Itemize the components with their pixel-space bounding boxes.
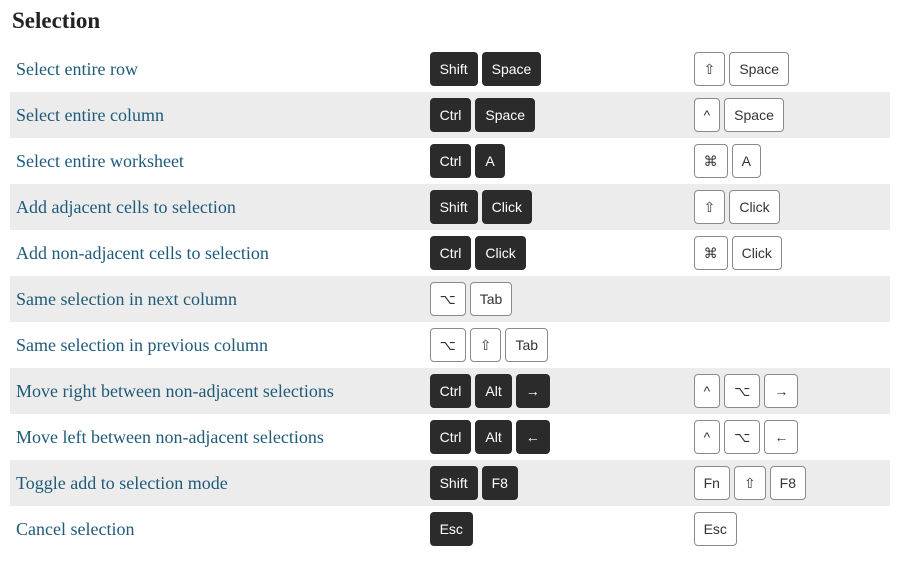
table-row: Select entire worksheetCtrlA⌘A bbox=[10, 138, 890, 184]
shortcut-action[interactable]: Cancel selection bbox=[10, 506, 424, 552]
table-row: Select entire columnCtrlSpace^Space bbox=[10, 92, 890, 138]
windows-keys: CtrlAlt← bbox=[424, 414, 688, 460]
windows-keys: CtrlClick bbox=[424, 230, 688, 276]
shortcut-action[interactable]: Same selection in next column bbox=[10, 276, 424, 322]
mac-keys: ^Space bbox=[688, 92, 890, 138]
table-row: Toggle add to selection modeShiftF8Fn⇧F8 bbox=[10, 460, 890, 506]
mac-key: ^ bbox=[694, 98, 721, 132]
shortcut-action[interactable]: Toggle add to selection mode bbox=[10, 460, 424, 506]
windows-key: Shift bbox=[430, 466, 478, 500]
windows-key: Shift bbox=[430, 52, 478, 86]
mac-key: Space bbox=[729, 52, 789, 86]
windows-key: ← bbox=[516, 420, 550, 454]
windows-keys: ShiftF8 bbox=[424, 460, 688, 506]
windows-keys: ShiftClick bbox=[424, 184, 688, 230]
windows-keys: CtrlAlt→ bbox=[424, 368, 688, 414]
table-row: Same selection in previous column⌥⇧Tab bbox=[10, 322, 890, 368]
mac-keys: ^⌥→ bbox=[688, 368, 890, 414]
windows-key: Ctrl bbox=[430, 420, 472, 454]
windows-key: ⌥ bbox=[430, 282, 466, 316]
table-row: Select entire rowShiftSpace⇧Space bbox=[10, 46, 890, 92]
table-row: Add adjacent cells to selectionShiftClic… bbox=[10, 184, 890, 230]
windows-key: Ctrl bbox=[430, 374, 472, 408]
windows-keys: ⌥⇧Tab bbox=[424, 322, 688, 368]
mac-keys: Esc bbox=[688, 506, 890, 552]
mac-key: Click bbox=[732, 236, 782, 270]
mac-key: ⌥ bbox=[724, 420, 760, 454]
shortcut-action[interactable]: Add adjacent cells to selection bbox=[10, 184, 424, 230]
mac-keys bbox=[688, 276, 890, 322]
windows-key: Ctrl bbox=[430, 98, 472, 132]
mac-key: ^ bbox=[694, 374, 721, 408]
shortcut-action[interactable]: Add non-adjacent cells to selection bbox=[10, 230, 424, 276]
mac-keys: ⌘Click bbox=[688, 230, 890, 276]
windows-key: A bbox=[475, 144, 504, 178]
windows-keys: ShiftSpace bbox=[424, 46, 688, 92]
mac-key: Esc bbox=[694, 512, 737, 546]
shortcut-action[interactable]: Move right between non-adjacent selectio… bbox=[10, 368, 424, 414]
mac-keys: ⇧Click bbox=[688, 184, 890, 230]
mac-key: Space bbox=[724, 98, 784, 132]
mac-key: ^ bbox=[694, 420, 721, 454]
windows-key: Click bbox=[482, 190, 532, 224]
windows-key: ⇧ bbox=[470, 328, 502, 362]
mac-key: Click bbox=[729, 190, 779, 224]
section-title: Selection bbox=[12, 8, 890, 34]
mac-key: ⌥ bbox=[724, 374, 760, 408]
mac-keys: ^⌥← bbox=[688, 414, 890, 460]
shortcut-action[interactable]: Move left between non-adjacent selection… bbox=[10, 414, 424, 460]
table-row: Add non-adjacent cells to selectionCtrlC… bbox=[10, 230, 890, 276]
windows-key: Tab bbox=[505, 328, 548, 362]
mac-key: ⇧ bbox=[694, 52, 726, 86]
windows-keys: CtrlA bbox=[424, 138, 688, 184]
table-row: Move left between non-adjacent selection… bbox=[10, 414, 890, 460]
windows-key: Tab bbox=[470, 282, 513, 316]
windows-key: Click bbox=[475, 236, 525, 270]
mac-key: ⌘ bbox=[694, 144, 728, 178]
windows-key: Ctrl bbox=[430, 144, 472, 178]
shortcut-action[interactable]: Same selection in previous column bbox=[10, 322, 424, 368]
windows-key: Space bbox=[482, 52, 542, 86]
windows-keys: ⌥Tab bbox=[424, 276, 688, 322]
mac-keys: Fn⇧F8 bbox=[688, 460, 890, 506]
windows-key: Alt bbox=[475, 420, 511, 454]
windows-key: Alt bbox=[475, 374, 511, 408]
table-row: Cancel selectionEscEsc bbox=[10, 506, 890, 552]
mac-keys: ⇧Space bbox=[688, 46, 890, 92]
mac-key: ⇧ bbox=[734, 466, 766, 500]
mac-keys: ⌘A bbox=[688, 138, 890, 184]
table-row: Move right between non-adjacent selectio… bbox=[10, 368, 890, 414]
windows-key: Esc bbox=[430, 512, 473, 546]
windows-keys: Esc bbox=[424, 506, 688, 552]
mac-key: → bbox=[764, 374, 798, 408]
mac-key: Fn bbox=[694, 466, 730, 500]
mac-key: ⌘ bbox=[694, 236, 728, 270]
table-row: Same selection in next column⌥Tab bbox=[10, 276, 890, 322]
mac-key: ⇧ bbox=[694, 190, 726, 224]
windows-key: Ctrl bbox=[430, 236, 472, 270]
shortcut-table: Select entire rowShiftSpace⇧SpaceSelect … bbox=[10, 46, 890, 552]
windows-key: → bbox=[516, 374, 550, 408]
mac-key: A bbox=[732, 144, 761, 178]
shortcut-action[interactable]: Select entire row bbox=[10, 46, 424, 92]
windows-key: Shift bbox=[430, 190, 478, 224]
windows-key: ⌥ bbox=[430, 328, 466, 362]
mac-keys bbox=[688, 322, 890, 368]
windows-key: F8 bbox=[482, 466, 518, 500]
windows-key: Space bbox=[475, 98, 535, 132]
mac-key: F8 bbox=[770, 466, 806, 500]
shortcut-action[interactable]: Select entire worksheet bbox=[10, 138, 424, 184]
windows-keys: CtrlSpace bbox=[424, 92, 688, 138]
shortcut-action[interactable]: Select entire column bbox=[10, 92, 424, 138]
mac-key: ← bbox=[764, 420, 798, 454]
